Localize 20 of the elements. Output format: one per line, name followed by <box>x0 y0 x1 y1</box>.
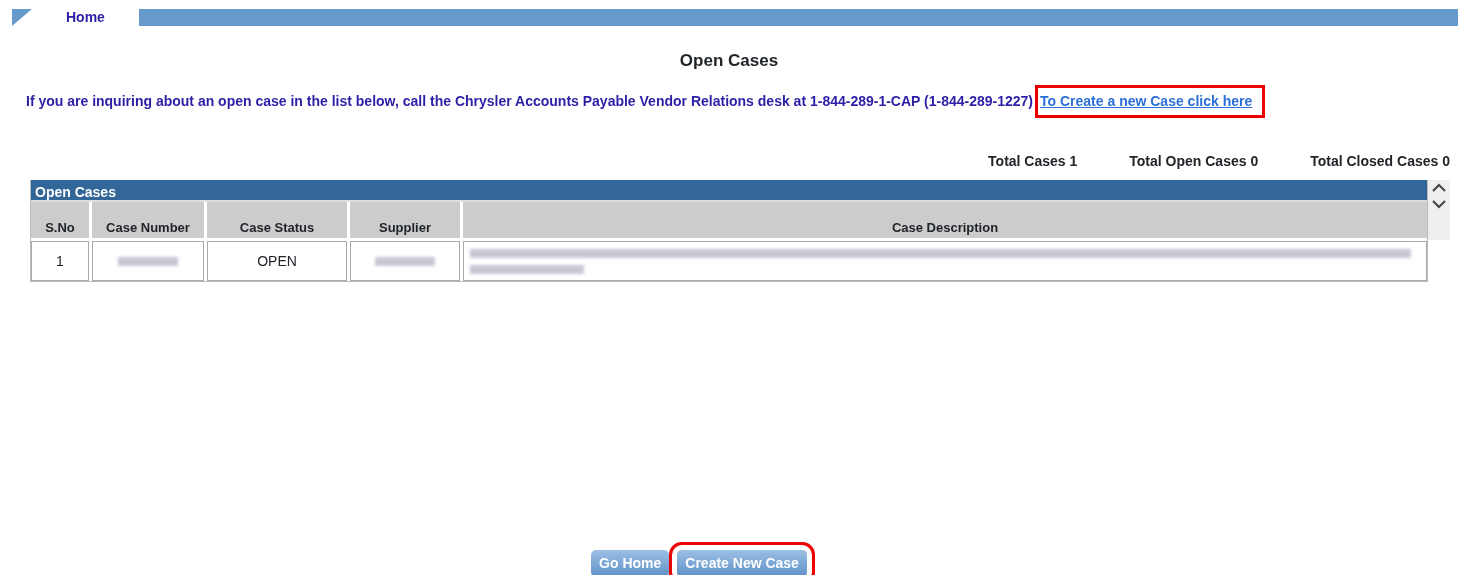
column-header: Case Status <box>207 202 347 238</box>
column-header: S.No <box>31 202 89 238</box>
table-title: Open Cases <box>31 180 1427 202</box>
column-header: Supplier <box>350 202 460 238</box>
column-header: Case Number <box>92 202 204 238</box>
scroll-up-icon[interactable] <box>1432 183 1446 193</box>
action-button[interactable]: Go Home <box>591 550 670 575</box>
total-count: Total Closed Cases 0 <box>1310 152 1450 171</box>
column-header: Case Description <box>463 202 1427 238</box>
scrollbar[interactable] <box>1428 180 1450 240</box>
scroll-down-icon[interactable] <box>1432 199 1446 209</box>
create-case-link[interactable]: To Create a new Case click here <box>1038 88 1263 115</box>
page-title: Open Cases <box>678 50 780 72</box>
table-cell: 1 <box>31 241 89 281</box>
total-count: Total Cases 1 <box>988 152 1078 171</box>
notice-text: If you are inquiring about an open case in the list below, call the Chrysler Accounts Payable Vendor Relations desk at 1-844-289-1-CAP (1-844-289-1227) <box>26 92 1034 111</box>
total-count: Total Open Cases 0 <box>1129 152 1259 171</box>
table-cell: OPEN <box>207 241 347 281</box>
nav-tab[interactable]: Home <box>32 9 139 27</box>
corner-icon <box>12 9 32 26</box>
